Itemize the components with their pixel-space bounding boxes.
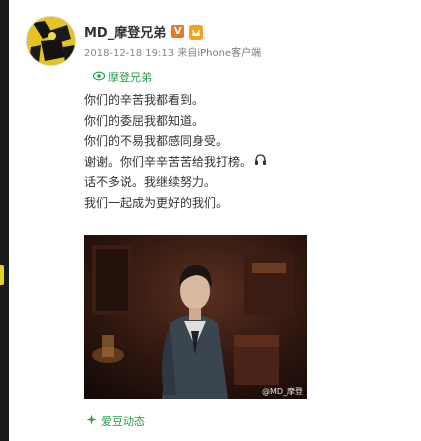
post-meta: 2018-12-18 19:13 来自iPhone客户端 — [84, 44, 261, 59]
headphones-emoji-icon — [254, 152, 267, 173]
post-line: 你们的辛苦我都看到。 — [84, 93, 205, 107]
footer-label: 爱豆动态 — [101, 415, 145, 428]
post-timestamp[interactable]: 2018-12-18 19:13 — [84, 48, 174, 59]
post-image[interactable]: @MD_摩登 — [84, 235, 307, 399]
topic-eye-icon — [92, 71, 106, 84]
post-line: 你们的委屈我都知道。 — [84, 113, 205, 128]
topic-tag[interactable]: 摩登兄弟 — [92, 69, 152, 85]
idol-activity-icon — [86, 414, 97, 428]
author-row: MD_摩登兄弟 V — [84, 22, 204, 41]
topic-label: 摩登兄弟 — [108, 71, 152, 84]
side-marker — [0, 265, 4, 285]
post-line: 话不多说。我继续努力。 — [84, 175, 217, 189]
post-source: iPhone客户端 — [197, 48, 262, 59]
image-watermark: @MD_摩登 — [261, 387, 303, 396]
source-prefix: 来自 — [177, 48, 198, 59]
post-photo — [84, 235, 307, 399]
idol-activity-link[interactable]: 爱豆动态 — [86, 413, 145, 429]
post-line: 你们的不易我都感同身受。 — [84, 134, 229, 148]
avatar[interactable] — [26, 16, 76, 66]
side-strip — [0, 0, 9, 441]
avatar-image — [27, 17, 75, 65]
username[interactable]: MD_摩登兄弟 — [84, 22, 166, 41]
member-badge-icon — [189, 24, 204, 40]
post-line: 我们一起成为更好的我们。 — [84, 195, 229, 210]
verified-badge-icon: V — [171, 24, 185, 38]
post-body: 你们的辛苦我都看到。 你们的委屈我都知道。 你们的不易我都感同身受。 谢谢。你们… — [84, 90, 324, 213]
post-line: 谢谢。你们辛辛苦苦给我打榜。 — [84, 152, 324, 173]
